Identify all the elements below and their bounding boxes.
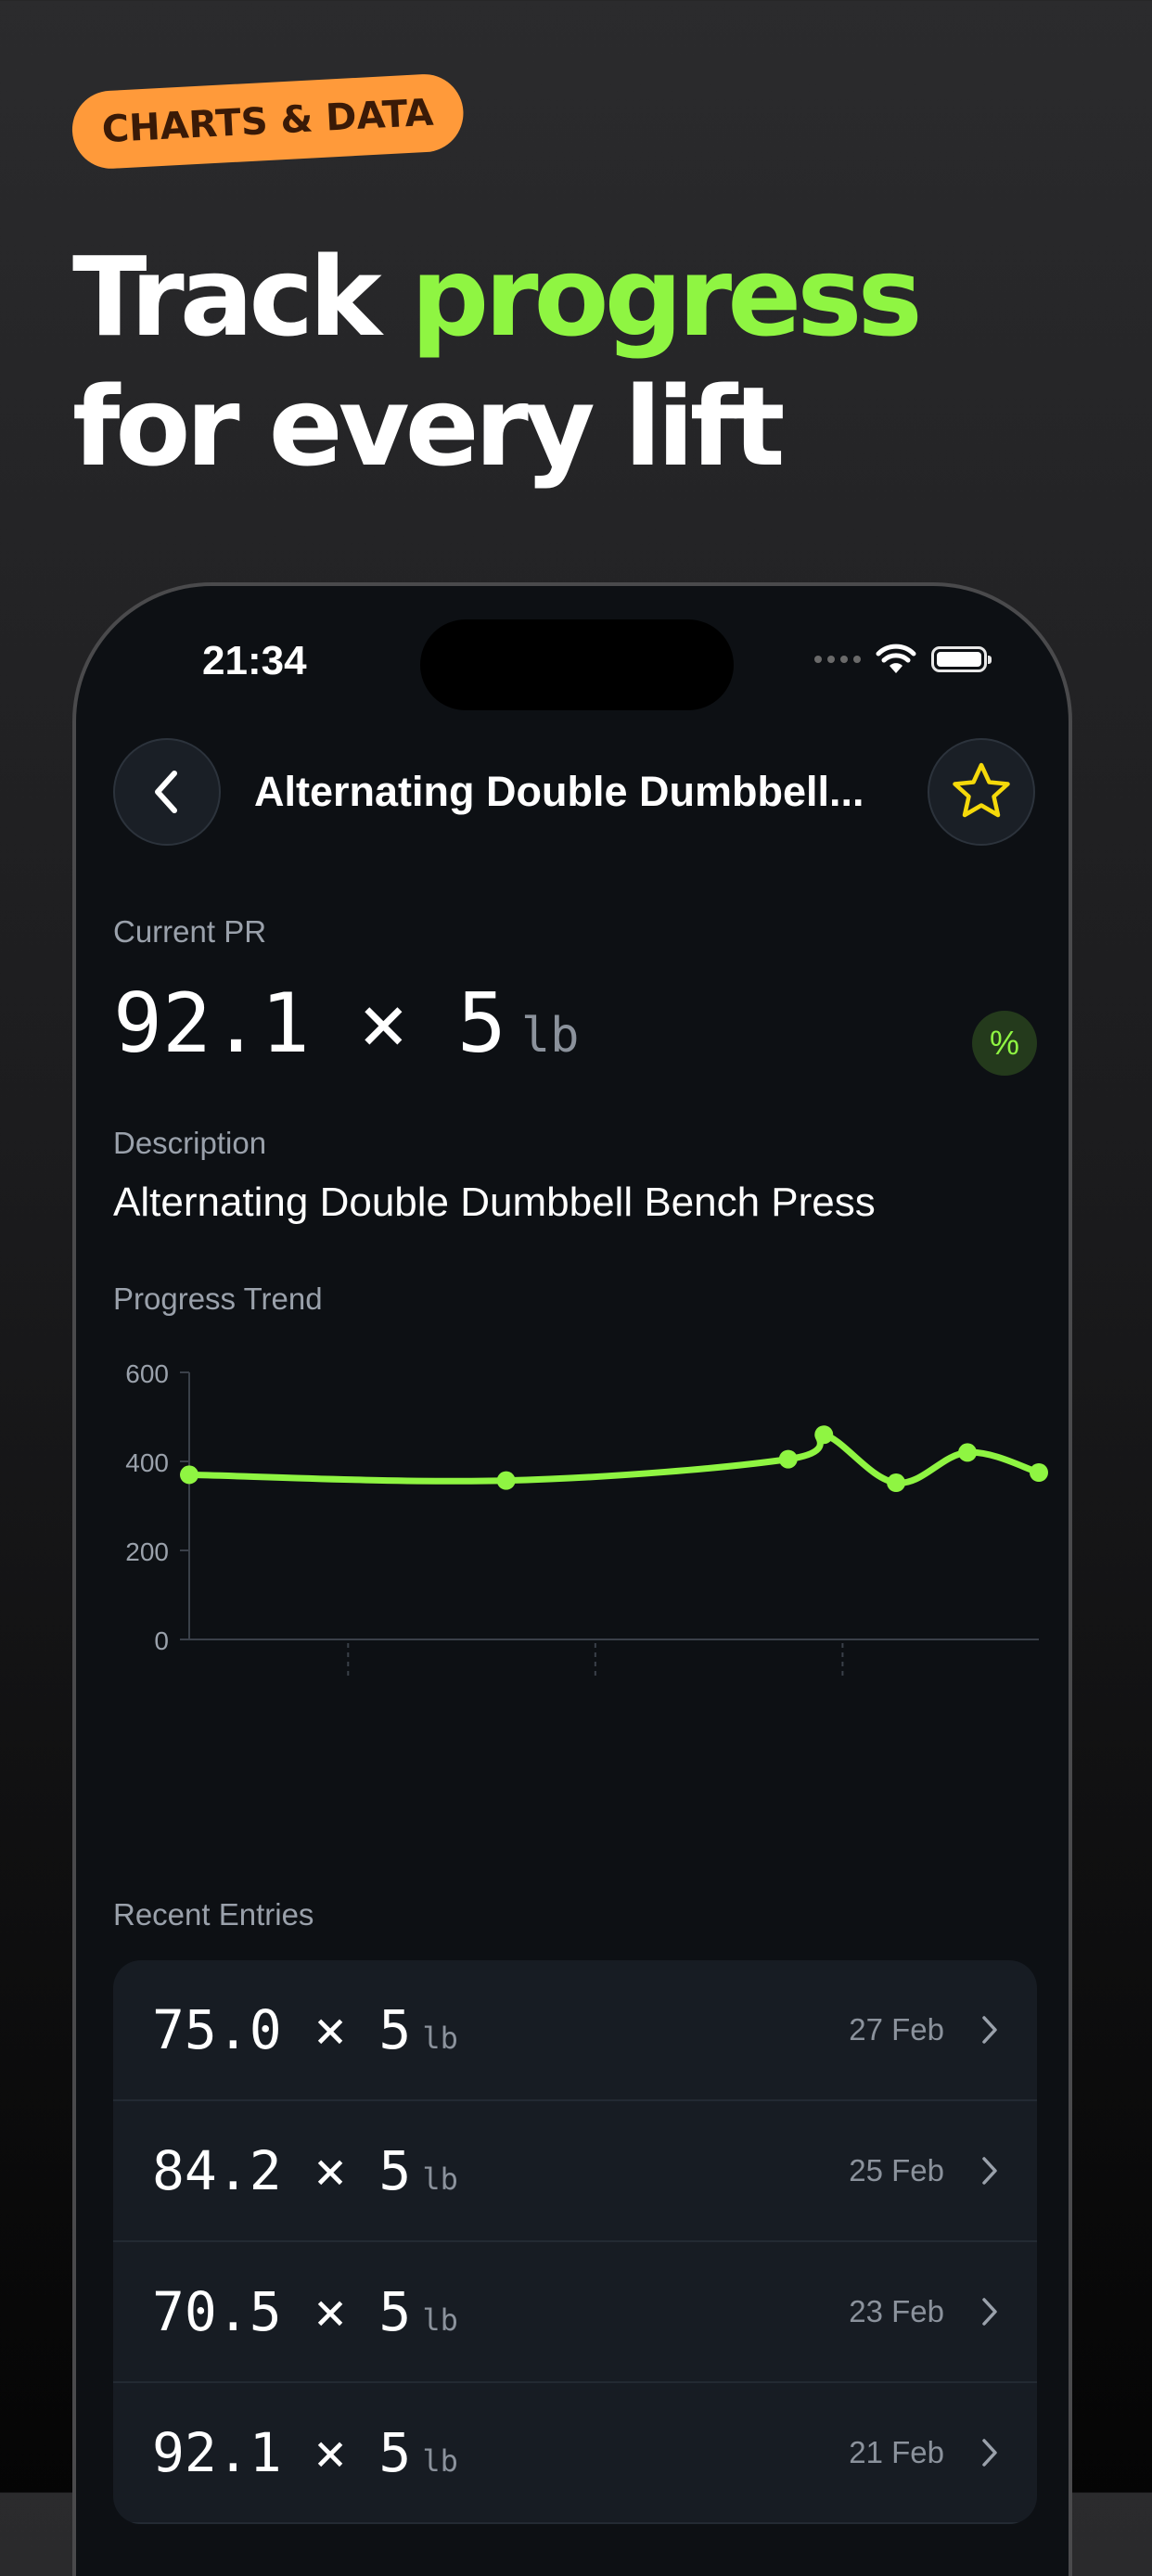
back-button[interactable] <box>113 738 221 846</box>
signal-icon <box>814 656 861 663</box>
status-icons <box>814 644 992 675</box>
entry-date: 23 Feb <box>849 2294 944 2328</box>
current-pr-value: 92.1 × 5 lb <box>113 976 579 1071</box>
percent-toggle-button[interactable]: % <box>972 1011 1037 1076</box>
chevron-right-icon <box>979 2437 1000 2468</box>
entry-unit: lb <box>422 2302 458 2338</box>
battery-icon <box>931 646 992 672</box>
status-time: 21:34 <box>202 638 307 683</box>
chevron-left-icon <box>155 771 177 813</box>
progress-trend-label: Progress Trend <box>113 1282 323 1316</box>
y-tick-label: 0 <box>154 1626 169 1655</box>
y-tick-label: 600 <box>125 1359 169 1388</box>
entry-amount: 84.2 × 5 <box>152 2139 412 2202</box>
entry-amount: 70.5 × 5 <box>152 2280 412 2343</box>
pr-unit: lb <box>520 1008 580 1064</box>
entry-row[interactable]: 84.2 × 5 lb 25 Feb <box>113 2101 1037 2242</box>
entry-value: 70.5 × 5 lb <box>152 2280 458 2343</box>
recent-entries-label: Recent Entries <box>113 1897 314 1932</box>
chevron-right-icon <box>979 2296 1000 2327</box>
chevron-right-icon <box>979 2155 1000 2187</box>
exercise-title: Alternating Double Dumbbell... <box>254 768 864 815</box>
data-point <box>958 1443 978 1462</box>
current-pr-label: Current PR <box>113 914 267 949</box>
entry-unit: lb <box>422 2021 458 2056</box>
wifi-icon <box>876 644 916 673</box>
entry-value: 92.1 × 5 lb <box>152 2421 458 2484</box>
entry-date: 21 Feb <box>849 2435 944 2469</box>
entry-row[interactable]: 75.0 × 5 lb 27 Feb <box>113 1960 1037 2101</box>
headline-line-2: for every lift <box>72 363 785 491</box>
entry-date: 25 Feb <box>849 2153 944 2187</box>
series-line <box>186 1431 1043 1486</box>
headline-line-1: Track progress <box>72 232 923 362</box>
headline-accent: progress <box>410 233 923 361</box>
entry-date: 27 Feb <box>849 2012 944 2047</box>
entry-amount: 92.1 × 5 <box>152 2421 412 2484</box>
entry-value: 75.0 × 5 lb <box>152 1998 458 2061</box>
star-icon <box>953 762 1010 818</box>
y-tick-label: 200 <box>125 1537 169 1566</box>
category-badge: CHARTS & DATA <box>70 71 466 171</box>
data-point <box>1030 1463 1048 1482</box>
data-point <box>814 1425 834 1445</box>
entry-unit: lb <box>422 2162 458 2197</box>
promo-headline: Track progress for every lift <box>72 232 923 491</box>
pr-amount: 92.1 × 5 <box>113 976 506 1071</box>
entry-row[interactable]: 70.5 × 5 lb 23 Feb <box>113 2242 1037 2383</box>
description-text: Alternating Double Dumbbell Bench Press <box>113 1180 876 1225</box>
progress-chart: 0 200 400 600 <box>125 1359 1048 1680</box>
entry-row[interactable]: 92.1 × 5 lb 21 Feb <box>113 2383 1037 2524</box>
data-point <box>496 1471 516 1490</box>
description-label: Description <box>113 1126 267 1160</box>
headline-track: Track <box>72 233 411 361</box>
chevron-right-icon <box>979 2014 1000 2046</box>
data-point <box>887 1473 906 1493</box>
phone-frame: 21:34 Alternating Double Dumbbell... Cur… <box>72 582 1072 2576</box>
y-tick-label: 400 <box>125 1448 169 1477</box>
data-point <box>180 1465 198 1485</box>
entry-unit: lb <box>422 2443 458 2479</box>
data-point <box>778 1449 798 1469</box>
favorite-button[interactable] <box>928 738 1035 846</box>
recent-entries-list: 75.0 × 5 lb 27 Feb 84.2 × 5 lb 25 Feb 70.5 × 5… <box>113 1960 1037 2524</box>
dynamic-island <box>420 619 734 710</box>
entry-amount: 75.0 × 5 <box>152 1998 412 2061</box>
entry-value: 84.2 × 5 lb <box>152 2139 458 2202</box>
